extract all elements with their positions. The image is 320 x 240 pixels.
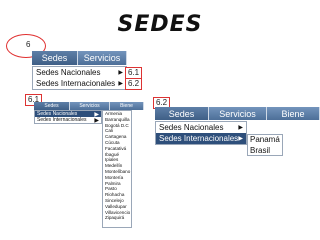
panel-a-menubar: Sedes Servicios Biene — [34, 102, 144, 110]
sedes-dropdown: Sedes Nacionales ▶ Sedes Internacionales… — [32, 66, 127, 90]
cities-submenu: Armenia Barranquilla Bogotá D.C Cali Car… — [102, 110, 132, 228]
country-item[interactable]: Brasil — [248, 146, 282, 157]
menu-tab-sedes[interactable]: Sedes — [34, 102, 70, 110]
main-menubar: Sedes Servicios — [32, 51, 127, 65]
submenu-arrow-icon: ▶ — [94, 117, 99, 124]
menu-tab-servicios[interactable]: Servicios — [70, 102, 110, 110]
menu-item-sedes-nacionales[interactable]: Sedes Nacionales ▶ — [156, 122, 246, 133]
menu-tab-servicios[interactable]: Servicios — [209, 107, 267, 120]
menu-item-label: Sedes Nacionales — [159, 123, 224, 132]
menu-item-label: Sedes Nacionales — [36, 68, 101, 77]
city-item[interactable]: Barranquilla — [103, 117, 131, 123]
menu-tab-sedes[interactable]: Sedes — [155, 107, 209, 120]
menu-item-sedes-internacionales[interactable]: Sedes Internacionales ▶ — [35, 117, 101, 124]
panel-b-menubar: Sedes Servicios Biene — [155, 107, 320, 120]
menu-item-label: Sedes Internacionales — [37, 117, 87, 123]
menu-item-sedes-nacionales[interactable]: Sedes Nacionales ▶ — [33, 67, 126, 78]
countries-submenu: Panamá Brasil — [247, 134, 283, 156]
submenu-arrow-icon: ▶ — [238, 125, 243, 131]
menu-tab-bienes[interactable]: Biene — [110, 102, 144, 110]
menu-tab-bienes[interactable]: Biene — [267, 107, 320, 120]
city-item[interactable]: Montelíbano — [103, 169, 131, 175]
step-marker-submenu-b: 6.2 — [125, 78, 143, 90]
menu-tab-sedes[interactable]: Sedes — [32, 51, 78, 65]
submenu-arrow-icon: ▶ — [118, 70, 123, 76]
step-marker-main: 6 — [24, 40, 33, 50]
city-item[interactable]: Zipaquirá — [103, 215, 131, 221]
panel-a-dropdown: Sedes Nacionales ▶ Sedes Internacionales… — [34, 110, 102, 124]
submenu-arrow-icon: ▶ — [238, 136, 243, 142]
panel-b-dropdown: Sedes Nacionales ▶ Sedes Internacionales… — [155, 121, 247, 145]
menu-item-sedes-internacionales[interactable]: Sedes Internacionales ▶ — [156, 133, 246, 144]
menu-item-label: Sedes Internacionales — [159, 134, 239, 143]
submenu-arrow-icon: ▶ — [118, 81, 123, 87]
menu-tab-servicios[interactable]: Servicios — [78, 51, 127, 65]
country-item[interactable]: Panamá — [248, 135, 282, 146]
page-title: SEDES — [117, 12, 203, 37]
menu-item-sedes-internacionales[interactable]: Sedes Internacionales ▶ — [33, 78, 126, 89]
city-item[interactable]: Valledupar — [103, 204, 131, 210]
menu-item-label: Sedes Internacionales — [36, 79, 116, 88]
